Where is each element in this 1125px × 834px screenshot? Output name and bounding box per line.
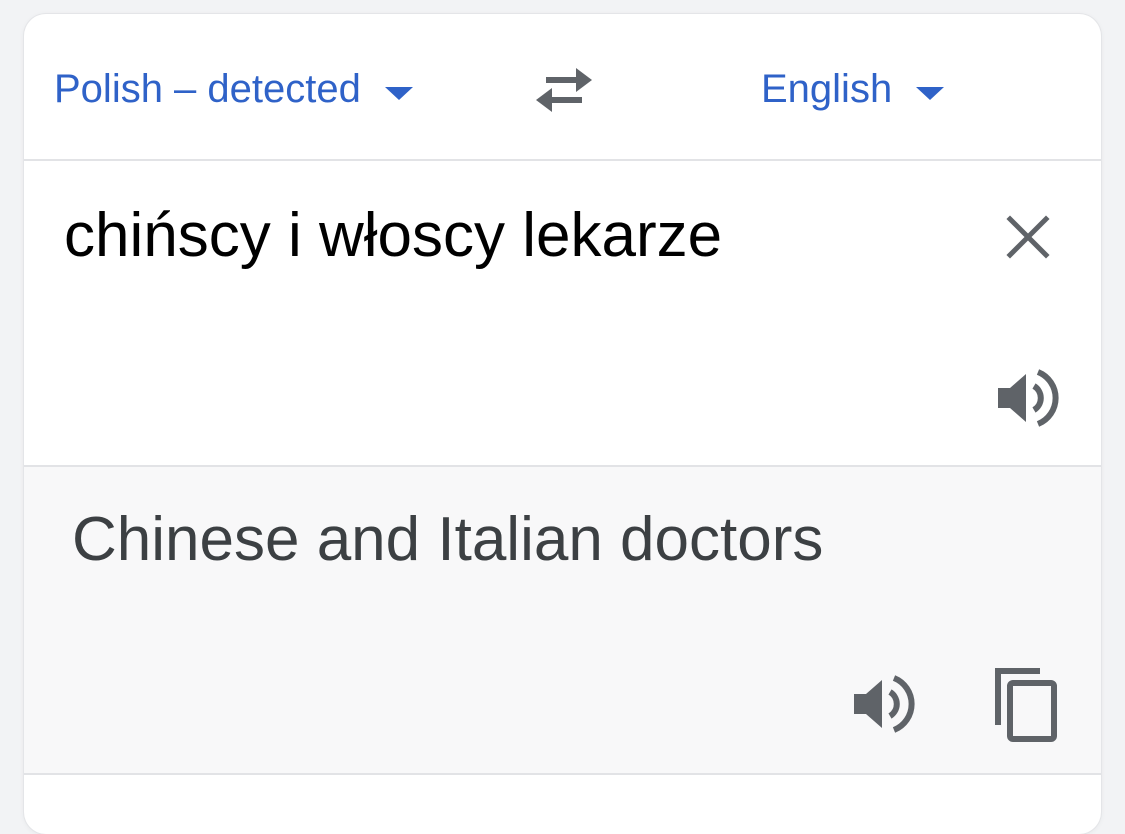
swap-languages-button[interactable]	[532, 64, 596, 114]
translate-card: Polish – detected English chińscy i włos…	[24, 14, 1101, 834]
copy-icon	[995, 668, 1057, 742]
target-language-selector[interactable]: English	[761, 66, 945, 112]
listen-source-button[interactable]	[996, 366, 1060, 430]
swap-arrows-icon	[536, 68, 592, 112]
translation-output-area: Chinese and Italian doctors	[24, 467, 1101, 775]
listen-translation-button[interactable]	[852, 672, 916, 736]
copy-translation-button[interactable]	[992, 665, 1062, 745]
language-bar: Polish – detected English	[24, 14, 1101, 161]
source-text[interactable]: chińscy i włoscy lekarze	[64, 201, 722, 271]
speaker-icon	[854, 675, 915, 733]
clear-input-button[interactable]	[1002, 211, 1054, 263]
speaker-icon	[998, 369, 1059, 427]
source-language-selector[interactable]: Polish – detected	[54, 66, 413, 112]
source-dropdown-caret-icon	[384, 86, 413, 100]
source-language-label: Polish – detected	[54, 67, 361, 111]
translation-text: Chinese and Italian doctors	[72, 505, 824, 574]
target-language-label: English	[761, 67, 893, 111]
target-dropdown-caret-icon	[916, 86, 945, 100]
source-input-area[interactable]: chińscy i włoscy lekarze	[24, 161, 1101, 467]
close-icon	[1006, 215, 1050, 259]
